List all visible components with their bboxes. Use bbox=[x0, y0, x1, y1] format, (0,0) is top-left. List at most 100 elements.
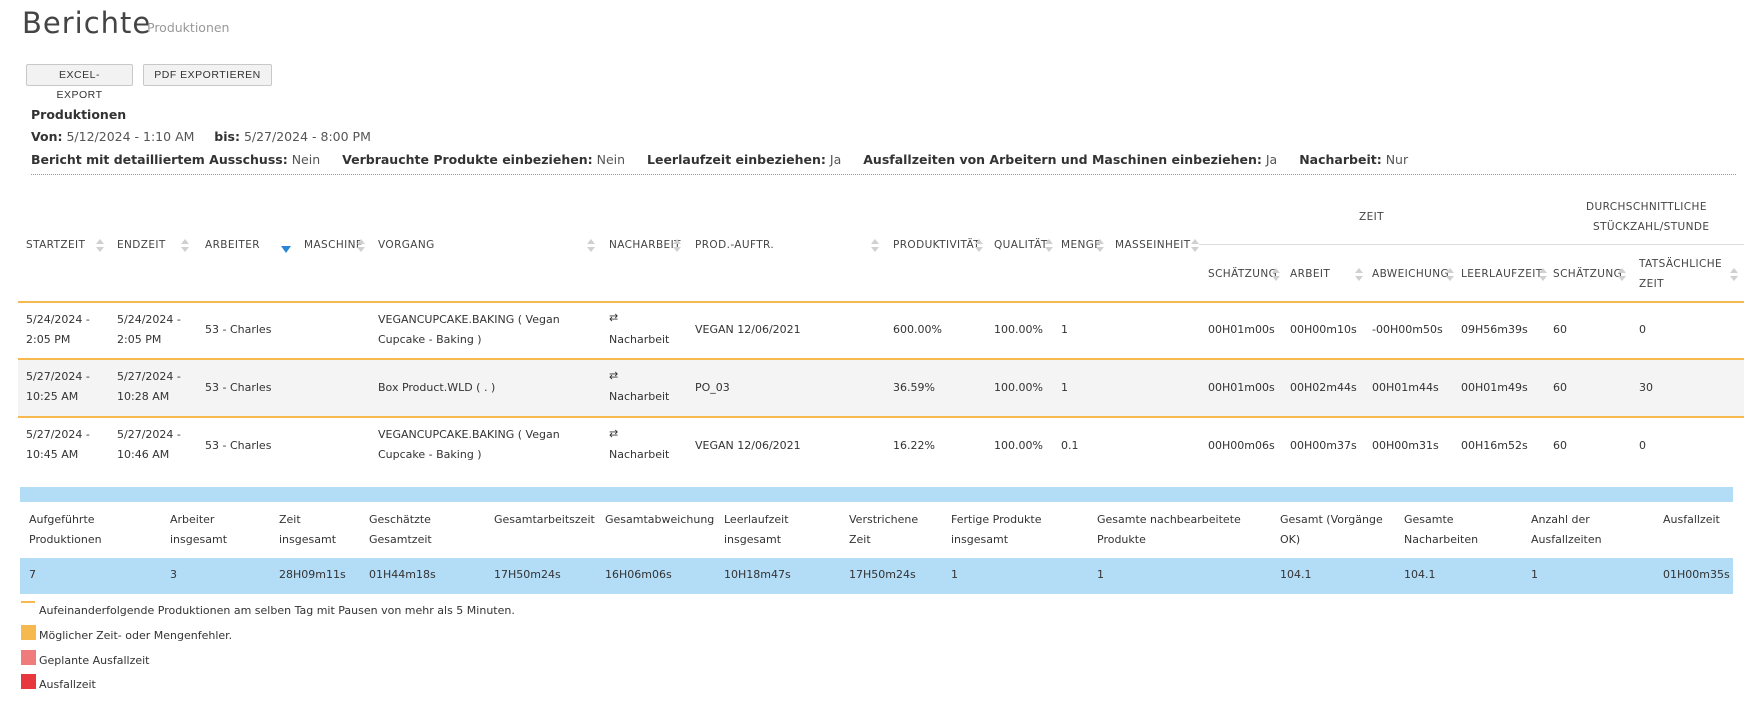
header-tatsaechliche-line2[interactable]: ZEIT bbox=[1639, 278, 1664, 290]
sort-icon[interactable] bbox=[1730, 268, 1738, 282]
date-range: Von: 5/12/2024 - 1:10 AM bis: 5/27/2024 … bbox=[31, 129, 371, 144]
summary-header-line: Gesamtabweichung bbox=[605, 513, 715, 526]
cell-stk-schaetzung: 60 bbox=[1553, 381, 1567, 394]
summary-value: 1 bbox=[1097, 568, 1104, 581]
summary-header-line: Gesamt (Vorgänge bbox=[1280, 513, 1383, 526]
header-tatsaechliche[interactable]: TATSÄCHLICHE bbox=[1639, 258, 1722, 270]
header-nacharbeit[interactable]: NACHARBEIT bbox=[609, 239, 681, 251]
filter-value: Ja bbox=[829, 152, 842, 167]
cell-leerlaufzeit: 00H16m52s bbox=[1461, 439, 1528, 452]
header-abweichung[interactable]: ABWEICHUNG bbox=[1372, 268, 1449, 280]
sort-icon[interactable] bbox=[1355, 268, 1363, 282]
cell-start-time: 10:25 AM bbox=[26, 390, 79, 403]
cell-arbeiter: 53 - Charles bbox=[205, 439, 272, 452]
table-row[interactable]: 5/24/2024 - 2:05 PM 5/24/2024 - 2:05 PM … bbox=[18, 310, 1744, 358]
sort-icon[interactable] bbox=[587, 239, 595, 253]
header-arbeit[interactable]: ARBEIT bbox=[1290, 268, 1330, 280]
cell-schaetzung: 00H00m06s bbox=[1208, 439, 1275, 452]
cell-stk-schaetzung: 60 bbox=[1553, 439, 1567, 452]
summary-header-line: Anzahl der bbox=[1531, 513, 1590, 526]
summary-header-line: insgesamt bbox=[279, 533, 337, 546]
cell-vorgang: VEGANCUPCAKE.BAKING ( Vegan bbox=[378, 428, 560, 441]
pdf-export-button[interactable]: PDF EXPORTIEREN bbox=[143, 64, 272, 86]
filter-label: Bericht mit detailliertem Ausschuss: bbox=[31, 152, 288, 167]
cell-nacharbeit: Nacharbeit bbox=[609, 448, 670, 461]
summary-value: 01H44m18s bbox=[369, 568, 436, 581]
sort-icon[interactable] bbox=[1539, 268, 1547, 282]
sort-icon[interactable] bbox=[975, 239, 983, 253]
summary-header-line: Verstrichene bbox=[849, 513, 919, 526]
sort-icon[interactable] bbox=[1191, 239, 1199, 253]
table-row[interactable]: 5/27/2024 - 10:25 AM 5/27/2024 - 10:28 A… bbox=[18, 360, 1744, 416]
cell-nacharbeit: Nacharbeit bbox=[609, 333, 670, 346]
summary-header-line: Arbeiter bbox=[170, 513, 215, 526]
table-row[interactable]: 5/27/2024 - 10:45 AM 5/27/2024 - 10:46 A… bbox=[18, 418, 1744, 474]
cell-start-time: 10:45 AM bbox=[26, 448, 79, 461]
sort-icon[interactable] bbox=[96, 239, 104, 253]
filter-label: Verbrauchte Produkte einbeziehen: bbox=[342, 152, 593, 167]
header-masseinheit[interactable]: MASSEINHEIT bbox=[1115, 239, 1191, 251]
sort-icon[interactable] bbox=[181, 239, 189, 253]
summary-header-line: Gesamtarbeitszeit bbox=[494, 513, 595, 526]
sort-icon[interactable] bbox=[871, 239, 879, 253]
header-endzeit[interactable]: ENDZEIT bbox=[117, 239, 166, 251]
summary-header: Gesamte nachbearbeitete Produkte bbox=[1097, 510, 1241, 550]
sort-icon[interactable] bbox=[357, 239, 365, 253]
legend-text: Geplante Ausfallzeit bbox=[39, 654, 150, 667]
summary-value: 104.1 bbox=[1404, 568, 1436, 581]
summary-band bbox=[20, 487, 1733, 502]
summary-value: 7 bbox=[29, 568, 36, 581]
summary-header: Arbeiter insgesamt bbox=[170, 510, 227, 550]
header-schaetzung[interactable]: SCHÄTZUNG bbox=[1208, 268, 1277, 280]
header-maschine[interactable]: MASCHINE bbox=[304, 239, 363, 251]
cell-end: 5/27/2024 - bbox=[117, 370, 181, 383]
filter-value: Nein bbox=[291, 152, 321, 167]
rework-icon: ⇄ bbox=[609, 369, 619, 382]
summary-header-line: Ausfallzeit bbox=[1663, 513, 1720, 526]
cell-schaetzung: 00H01m00s bbox=[1208, 381, 1275, 394]
header-prod-auftr[interactable]: PROD.-AUFTR. bbox=[695, 239, 774, 251]
summary-value: 17H50m24s bbox=[849, 568, 916, 581]
header-vorgang[interactable]: VORGANG bbox=[378, 239, 435, 251]
sort-descending-icon[interactable] bbox=[281, 246, 291, 253]
cell-menge: 1 bbox=[1061, 323, 1068, 336]
summary-value: 104.1 bbox=[1280, 568, 1312, 581]
header-produktivitaet[interactable]: PRODUKTIVITÄT bbox=[893, 239, 980, 251]
filter-label: Nacharbeit: bbox=[1299, 152, 1382, 167]
cell-produktivitaet: 36.59% bbox=[893, 381, 935, 394]
summary-header: Zeit insgesamt bbox=[279, 510, 336, 550]
summary-header: Fertige Produkte insgesamt bbox=[951, 510, 1042, 550]
summary-header-line: insgesamt bbox=[170, 533, 228, 546]
sort-icon[interactable] bbox=[1618, 268, 1626, 282]
cell-leerlaufzeit: 09H56m39s bbox=[1461, 323, 1528, 336]
cell-nacharbeit: Nacharbeit bbox=[609, 390, 670, 403]
sort-icon[interactable] bbox=[1446, 268, 1454, 282]
excel-export-button[interactable]: EXCEL-EXPORT bbox=[26, 64, 133, 101]
summary-header-line: Gesamte bbox=[1404, 513, 1454, 526]
cell-prod-auftr: VEGAN 12/06/2021 bbox=[695, 439, 801, 452]
sort-icon[interactable] bbox=[673, 239, 681, 253]
summary-value: 16H06m06s bbox=[605, 568, 672, 581]
cell-arbeit: 00H02m44s bbox=[1290, 381, 1357, 394]
header-zeit-group: ZEIT bbox=[1359, 211, 1384, 223]
filter-value: Nein bbox=[596, 152, 626, 167]
header-leerlaufzeit[interactable]: LEERLAUFZEIT bbox=[1461, 268, 1543, 280]
von-value: 5/12/2024 - 1:10 AM bbox=[66, 129, 195, 144]
filter-value: Ja bbox=[1265, 152, 1278, 167]
cell-prod-auftr: PO_03 bbox=[695, 381, 730, 394]
cell-menge: 0.1 bbox=[1061, 439, 1079, 452]
summary-value: 1 bbox=[1531, 568, 1538, 581]
header-startzeit[interactable]: STARTZEIT bbox=[26, 239, 85, 251]
header-stk-schaetzung[interactable]: SCHÄTZUNG bbox=[1553, 268, 1622, 280]
summary-header-line: Aufgeführte bbox=[29, 513, 95, 526]
cell-end: 5/24/2024 - bbox=[117, 313, 181, 326]
header-arbeiter[interactable]: ARBEITER bbox=[205, 239, 260, 251]
sort-icon[interactable] bbox=[1045, 239, 1053, 253]
header-qualitaet[interactable]: QUALITÄT bbox=[994, 239, 1048, 251]
summary-header-line: Zeit bbox=[849, 533, 871, 546]
rework-icon: ⇄ bbox=[609, 311, 619, 324]
summary-header: Ausfallzeit bbox=[1663, 510, 1720, 530]
sort-icon[interactable] bbox=[1272, 268, 1280, 282]
cell-vorgang: VEGANCUPCAKE.BAKING ( Vegan bbox=[378, 313, 560, 326]
sort-icon[interactable] bbox=[1096, 239, 1104, 253]
